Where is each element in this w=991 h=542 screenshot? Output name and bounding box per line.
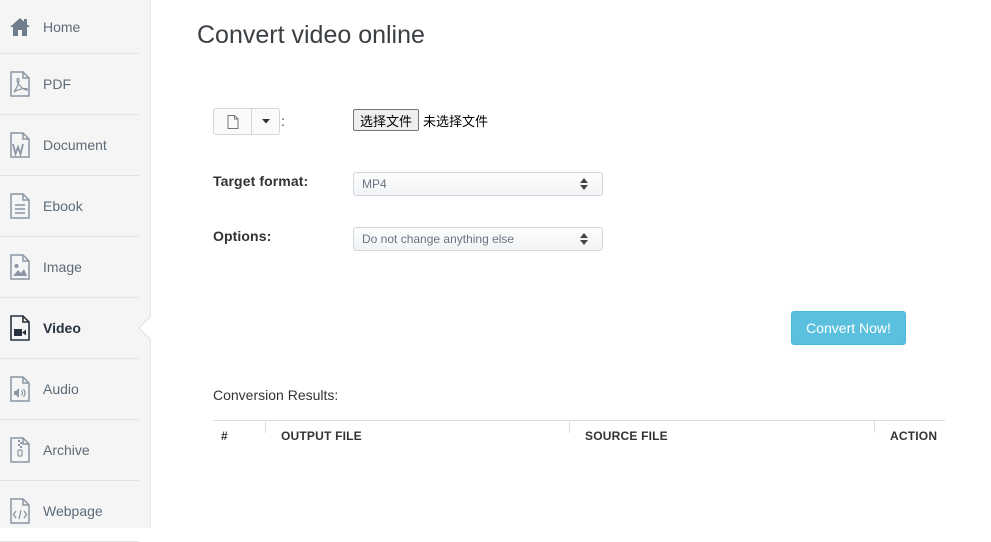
column-header-action: ACTION xyxy=(890,429,938,443)
home-icon xyxy=(10,17,30,36)
sidebar-item-label: Image xyxy=(43,259,82,275)
column-header-output-file: OUTPUT FILE xyxy=(281,429,362,443)
source-file-button[interactable] xyxy=(213,108,252,135)
sidebar-item-audio[interactable]: Audio xyxy=(0,359,139,420)
video-file-icon xyxy=(10,315,30,341)
sidebar-item-image[interactable]: Image xyxy=(0,237,139,298)
options-select[interactable]: Do not change anything else xyxy=(353,227,603,251)
sidebar-item-ebook[interactable]: Ebook xyxy=(0,176,139,237)
results-title: Conversion Results: xyxy=(213,387,339,403)
sidebar-item-pdf[interactable]: PDF xyxy=(0,54,139,115)
results-table: # OUTPUT FILE SOURCE FILE ACTION xyxy=(213,420,945,443)
options-label: Options: xyxy=(213,228,272,244)
caret-down-icon xyxy=(261,119,270,124)
convert-now-button[interactable]: Convert Now! xyxy=(791,311,906,345)
source-split-button xyxy=(213,108,280,135)
column-header-source-file: SOURCE FILE xyxy=(585,429,668,443)
target-format-value: MP4 xyxy=(362,177,387,191)
source-dropdown-toggle[interactable] xyxy=(252,108,280,135)
sidebar-item-label: Archive xyxy=(43,442,90,458)
code-file-icon xyxy=(10,498,30,524)
archive-file-icon xyxy=(10,437,30,463)
options-value: Do not change anything else xyxy=(362,232,515,246)
word-document-icon xyxy=(10,132,30,158)
audio-file-icon xyxy=(10,376,30,402)
sidebar-item-label: Document xyxy=(43,137,107,153)
sidebar-item-label: Webpage xyxy=(43,503,103,519)
target-format-label: Target format: xyxy=(213,173,309,189)
sidebar-item-video[interactable]: Video xyxy=(0,298,151,359)
image-file-icon xyxy=(10,254,30,280)
file-input: 选择文件 未选择文件 xyxy=(353,109,488,131)
target-format-select[interactable]: MP4 xyxy=(353,172,603,196)
choose-file-button[interactable]: 选择文件 xyxy=(353,109,420,131)
page-title: Convert video online xyxy=(197,21,425,49)
file-status: 未选择文件 xyxy=(423,114,489,130)
sidebar-item-document[interactable]: Document xyxy=(0,115,139,176)
file-icon xyxy=(227,114,238,129)
active-indicator xyxy=(140,317,151,339)
sidebar-item-label: Home xyxy=(43,18,81,35)
column-header-index: # xyxy=(221,429,228,443)
select-arrows-icon xyxy=(580,178,588,190)
sidebar-item-home[interactable]: Home xyxy=(0,0,139,54)
sidebar-item-label: Audio xyxy=(43,381,79,397)
sidebar-item-label: PDF xyxy=(43,76,71,92)
ebook-file-icon xyxy=(10,193,30,219)
sidebar-item-archive[interactable]: Archive xyxy=(0,420,139,481)
source-colon: : xyxy=(281,113,285,129)
sidebar-item-label: Ebook xyxy=(43,198,83,214)
pdf-file-icon xyxy=(10,71,30,97)
column-divider xyxy=(569,421,570,433)
sidebar-item-webpage[interactable]: Webpage xyxy=(0,481,139,542)
column-divider xyxy=(265,421,266,433)
select-arrows-icon xyxy=(580,233,588,245)
sidebar: Home PDF Document Ebook Image Video Audi… xyxy=(0,0,151,542)
sidebar-item-label: Video xyxy=(43,320,81,336)
column-divider xyxy=(874,421,875,433)
